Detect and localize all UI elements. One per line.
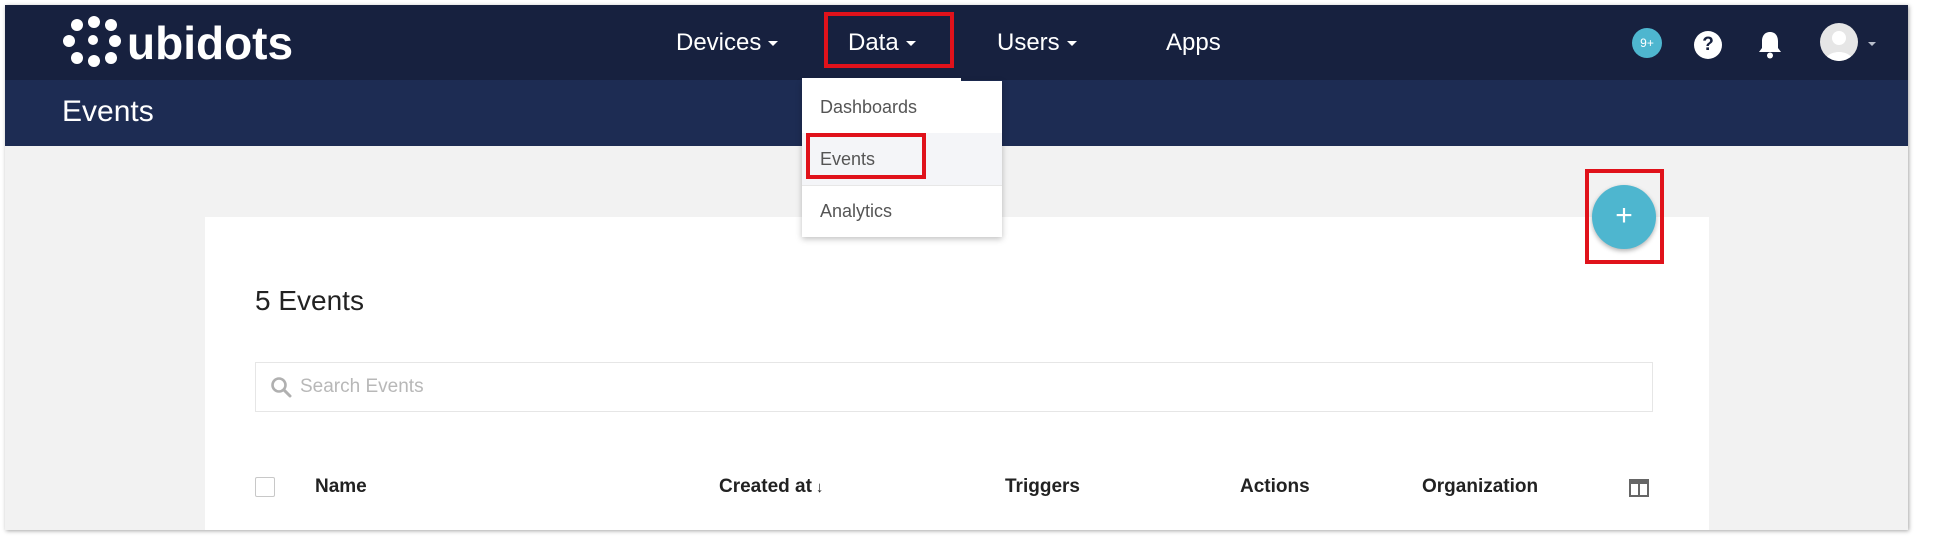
highlight-box-data [824,12,954,68]
bell-icon[interactable] [1755,29,1785,61]
ubidots-logo[interactable]: ubidots [63,16,293,70]
search-icon [271,377,292,398]
help-icon[interactable]: ? [1694,31,1722,59]
columns-icon[interactable] [1629,479,1649,497]
menu-item-analytics[interactable]: Analytics [802,185,1002,237]
logo-dots-icon [63,16,121,70]
events-count-title: 5 Events [255,285,364,316]
column-header-actions[interactable]: Actions [1240,474,1310,500]
menu-item-dashboards[interactable]: Dashboards [802,81,1002,133]
column-header-name[interactable]: Name [315,474,367,500]
highlight-box-events [806,133,926,179]
nav-devices[interactable]: Devices [676,25,779,61]
search-input[interactable] [300,363,1640,411]
nav-users-label: Users [997,29,1060,56]
events-panel: 5 Events Name Created at↓ Triggers Actio… [205,217,1709,530]
app-window: ubidots Devices Data Users Apps 9+ ? Eve… [5,5,1908,530]
notification-count-badge[interactable]: 9+ [1632,28,1662,58]
column-header-created-at[interactable]: Created at ↓ [719,474,823,501]
nav-devices-label: Devices [676,29,762,56]
caret-down-icon [1868,42,1876,46]
nav-apps[interactable]: Apps [1166,25,1221,61]
top-navbar: ubidots Devices Data Users Apps 9+ ? [5,5,1908,80]
highlight-box-add [1585,169,1664,264]
column-header-triggers[interactable]: Triggers [1005,474,1080,500]
caret-down-icon [1066,41,1077,47]
caret-down-icon [768,41,779,47]
sort-arrow-icon: ↓ [815,479,824,496]
column-header-organization[interactable]: Organization [1422,474,1538,500]
nav-users[interactable]: Users [997,25,1077,61]
page-title: Events [62,95,154,128]
user-menu[interactable] [1820,23,1882,63]
select-all-checkbox[interactable] [255,477,275,497]
column-header-created-at-label: Created at [719,476,812,497]
search-box[interactable] [255,362,1653,412]
avatar-icon [1820,23,1858,61]
logo-text: ubidots [127,17,294,69]
nav-apps-label: Apps [1166,29,1221,56]
